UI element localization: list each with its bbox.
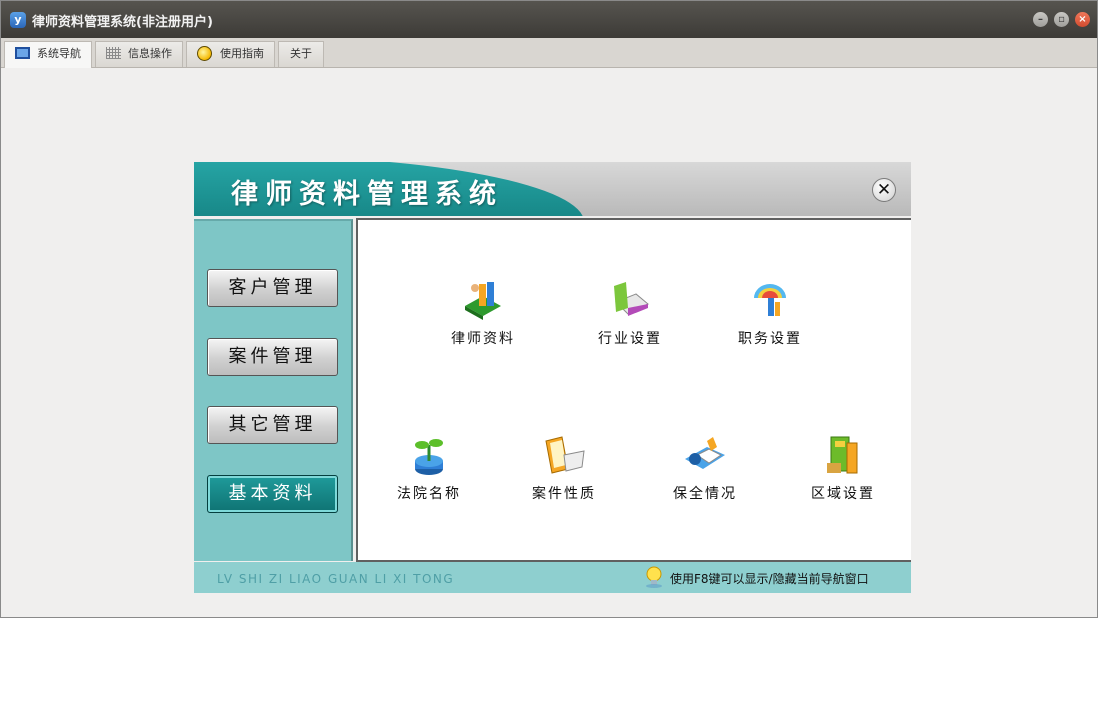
- navigation-panel: 律师资料管理系统 ✕ 客户管理 案件管理 其它管理 基本资料 律师资料 行业设置…: [194, 162, 911, 593]
- close-icon: ✕: [876, 180, 892, 200]
- lawyer-book-icon: [461, 278, 505, 322]
- other-management-button[interactable]: 其它管理: [207, 406, 338, 444]
- tab-user-guide[interactable]: 使用指南: [186, 41, 275, 67]
- preservation-status-item[interactable]: 保全情况: [650, 433, 760, 503]
- window-close-button[interactable]: ×: [1075, 12, 1090, 27]
- minimize-button[interactable]: –: [1033, 12, 1048, 27]
- position-settings-item[interactable]: 职务设置: [715, 278, 825, 348]
- item-label: 法院名称: [397, 486, 461, 502]
- close-icon: ×: [1078, 14, 1087, 25]
- function-grid: 律师资料 行业设置 职务设置 法院名称 案件性质 保全情况 区域设置: [356, 218, 911, 562]
- item-label: 职务设置: [738, 331, 802, 347]
- tab-label: 信息操作: [128, 47, 172, 60]
- position-umbrella-icon: [748, 278, 792, 322]
- tab-about[interactable]: 关于: [278, 41, 324, 67]
- panel-footer: LV SHI ZI LIAO GUAN LI XI TONG 使用F8键可以显示…: [194, 562, 911, 593]
- lawyer-info-item[interactable]: 律师资料: [428, 278, 538, 348]
- region-settings-item[interactable]: 区域设置: [788, 433, 898, 503]
- panel-title: 律师资料管理系统: [231, 179, 503, 210]
- item-label: 区域设置: [811, 486, 875, 502]
- item-label: 行业设置: [598, 331, 662, 347]
- case-management-button[interactable]: 案件管理: [207, 338, 338, 376]
- case-nature-item[interactable]: 案件性质: [509, 433, 619, 503]
- court-plant-icon: [407, 433, 451, 477]
- region-book-icon: [821, 433, 865, 477]
- tab-system-navigation[interactable]: 系统导航: [4, 41, 92, 68]
- lightbulb-icon: [645, 566, 663, 588]
- item-label: 案件性质: [532, 486, 596, 502]
- tab-label: 使用指南: [220, 47, 264, 60]
- tab-bar: 系统导航 信息操作 使用指南 关于: [1, 38, 1097, 68]
- case-folder-icon: [542, 433, 586, 477]
- window-title: 律师资料管理系统(非注册用户): [32, 15, 213, 30]
- industry-book-icon: [608, 278, 652, 322]
- item-label: 律师资料: [451, 331, 515, 347]
- tab-label: 系统导航: [37, 47, 81, 60]
- grid-icon: [106, 47, 121, 59]
- item-label: 保全情况: [673, 486, 737, 502]
- help-circle-icon: [197, 46, 212, 61]
- tab-label: 关于: [290, 47, 312, 60]
- maximize-icon: ▫: [1058, 14, 1065, 25]
- app-logo-icon: y: [10, 12, 26, 28]
- panel-close-button[interactable]: ✕: [872, 178, 896, 202]
- monitor-icon: [15, 47, 30, 59]
- minimize-icon: –: [1038, 14, 1043, 25]
- preservation-icon: [683, 433, 727, 477]
- maximize-button[interactable]: ▫: [1054, 12, 1069, 27]
- category-sidebar: 客户管理 案件管理 其它管理 基本资料: [194, 219, 353, 561]
- customer-management-button[interactable]: 客户管理: [207, 269, 338, 307]
- title-bar[interactable]: y 律师资料管理系统(非注册用户) – ▫ ×: [1, 1, 1097, 38]
- industry-settings-item[interactable]: 行业设置: [575, 278, 685, 348]
- court-name-item[interactable]: 法院名称: [374, 433, 484, 503]
- panel-header: 律师资料管理系统 ✕: [194, 162, 911, 216]
- footer-pinyin-text: LV SHI ZI LIAO GUAN LI XI TONG: [217, 572, 455, 586]
- tab-information-operations[interactable]: 信息操作: [95, 41, 183, 67]
- basic-data-button[interactable]: 基本资料: [207, 475, 338, 513]
- footer-hint-text: 使用F8键可以显示/隐藏当前导航窗口: [670, 572, 869, 586]
